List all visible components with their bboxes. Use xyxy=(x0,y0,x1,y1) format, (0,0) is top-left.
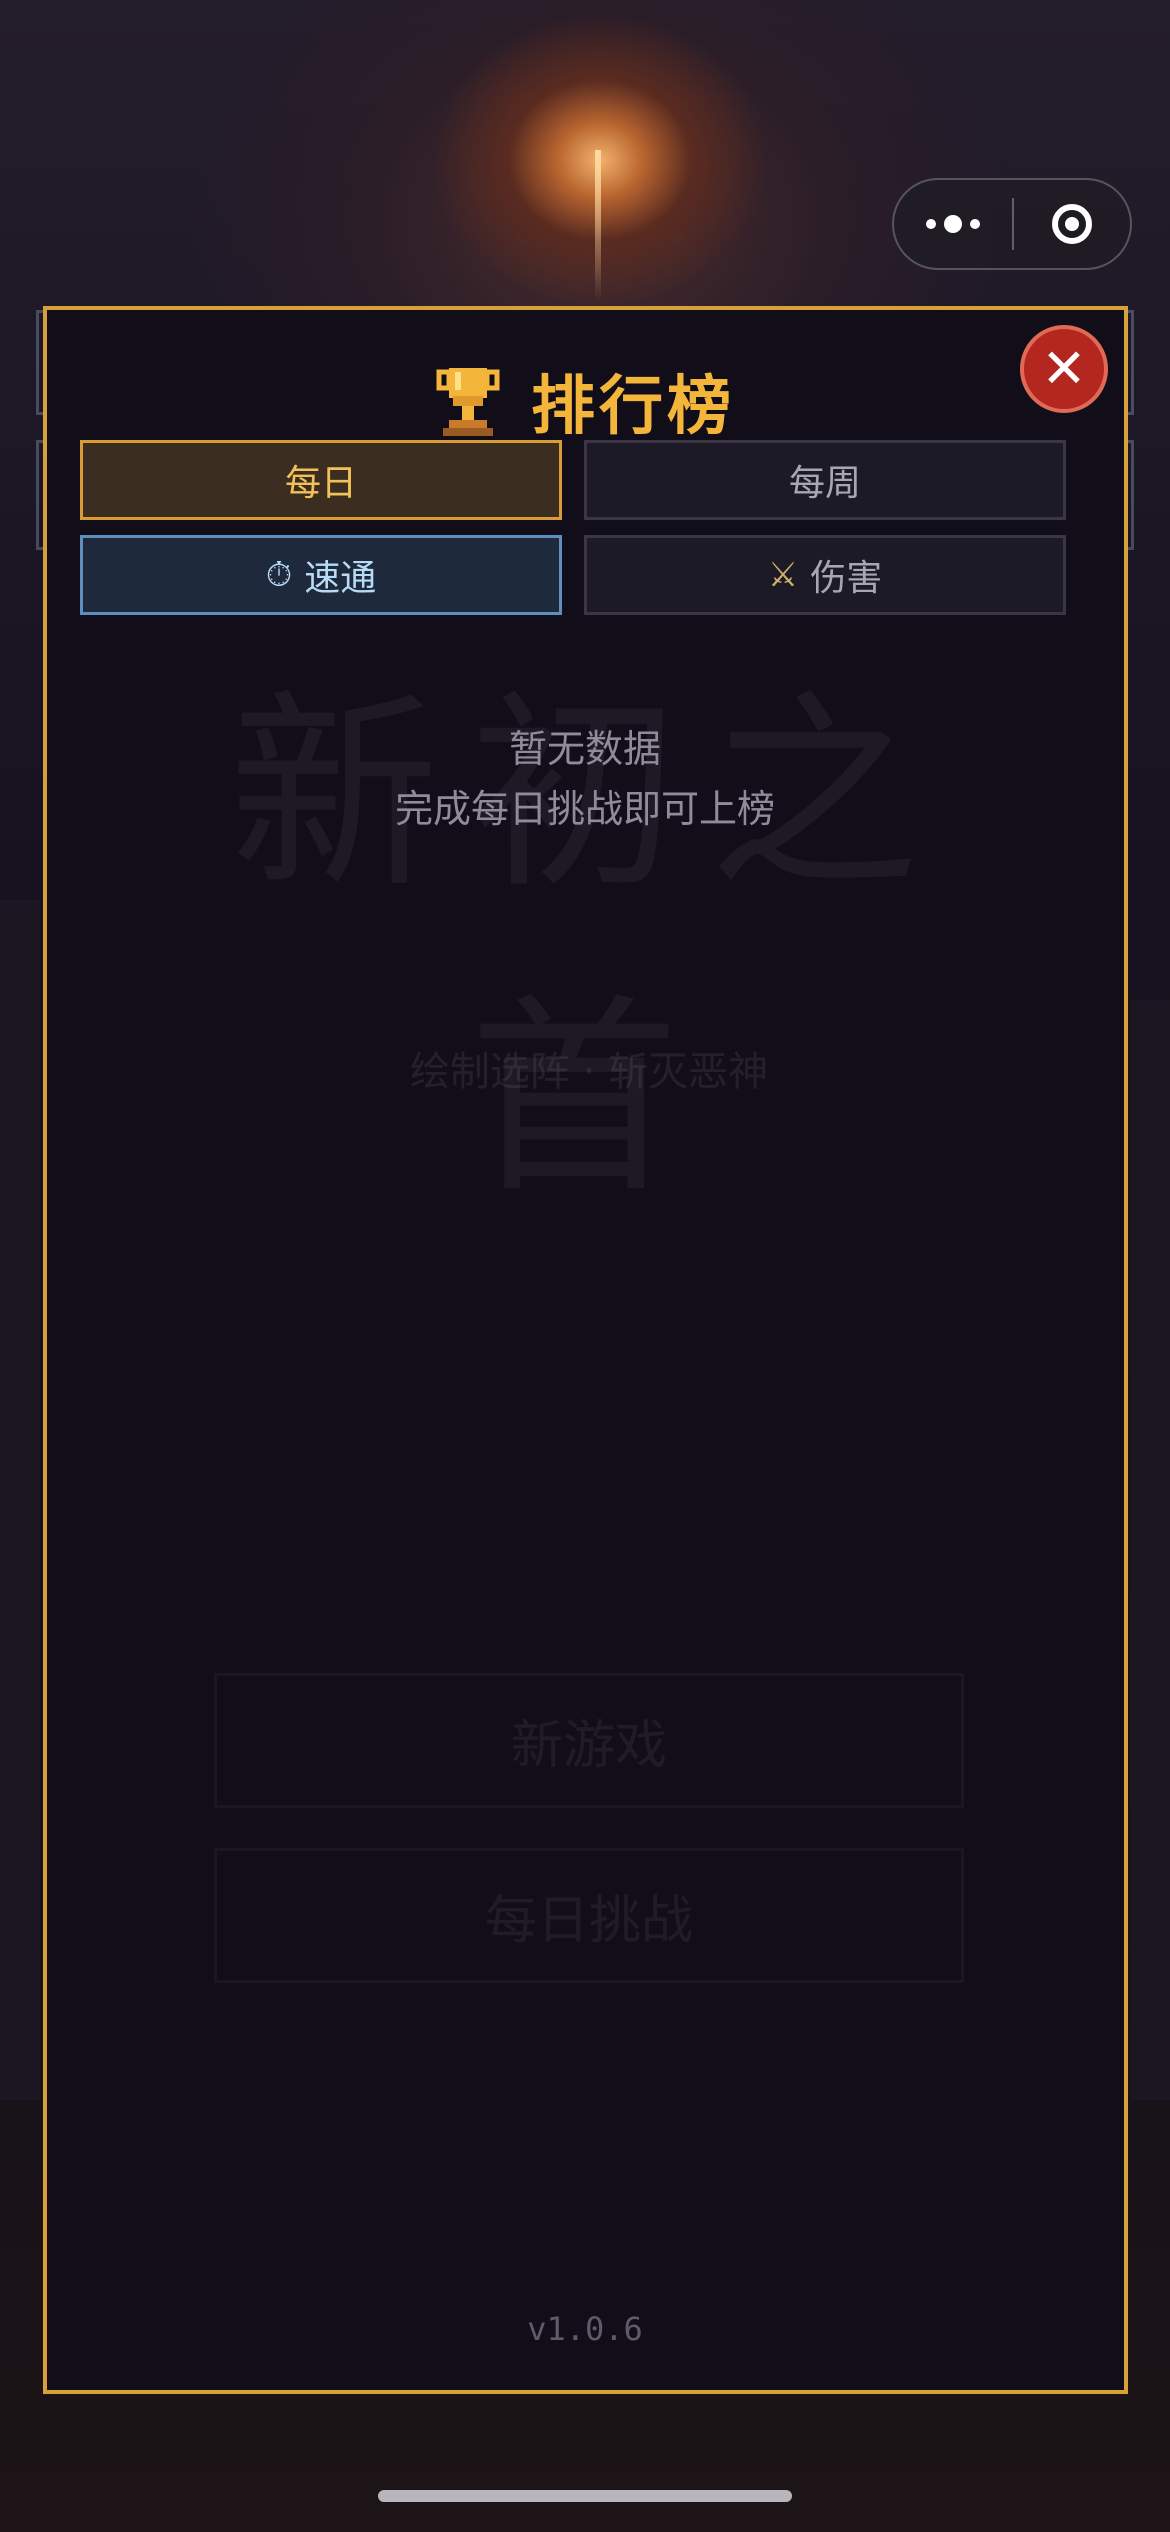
empty-state-hint: 完成每日挑战即可上榜 xyxy=(394,787,775,831)
target-close-icon[interactable] xyxy=(1014,180,1130,268)
background-game-title: 新初之首 xyxy=(228,672,949,1221)
more-dots-icon[interactable] xyxy=(894,180,1012,268)
leaderboard-modal: 新初之首 绘制选阵 · 斩灭恶神 新游戏 每日挑战 xyxy=(43,306,1128,2394)
close-button[interactable]: ✕ xyxy=(1020,325,1108,413)
empty-state-title: 暂无数据 xyxy=(508,727,661,771)
home-indicator[interactable] xyxy=(378,2490,792,2502)
leaderboard-title: 排行榜 xyxy=(531,370,735,444)
tab-speedrun[interactable]: ⏱ 速通 xyxy=(80,535,562,615)
tab-damage-label: 伤害 xyxy=(810,558,883,599)
modal-title: 排行榜 xyxy=(0,355,1170,447)
trophy-icon xyxy=(436,368,500,436)
bg-right-tower xyxy=(1130,1000,1170,2100)
close-icon: ✕ xyxy=(1041,337,1087,400)
crossed-swords-icon: ⚔ xyxy=(767,555,799,595)
modal-backdrop xyxy=(47,310,1124,2390)
tab-daily[interactable]: 每日 xyxy=(80,440,562,520)
stopwatch-icon: ⏱ xyxy=(265,555,293,595)
tab-weekly-label: 每周 xyxy=(788,463,861,504)
game-screen: 新初之首 绘制选阵 · 斩灭恶神 新游戏 每日挑战 ✕ 排行榜 每日 每周 ⏱ … xyxy=(0,0,1170,2532)
tab-weekly[interactable]: 每周 xyxy=(584,440,1066,520)
tab-damage[interactable]: ⚔ 伤害 xyxy=(584,535,1066,615)
background-game-subtitle: 绘制选阵 · 斩灭恶神 xyxy=(409,1049,769,1095)
miniprogram-capsule xyxy=(892,178,1132,270)
tab-daily-label: 每日 xyxy=(284,463,357,504)
bg-left-tower xyxy=(0,900,40,2100)
background-daily-challenge-button: 每日挑战 xyxy=(214,1848,964,1983)
background-new-game-button: 新游戏 xyxy=(214,1673,964,1808)
light-beam xyxy=(595,150,601,300)
version-label: v1.0.6 xyxy=(527,2310,643,2348)
tab-speedrun-label: 速通 xyxy=(304,558,377,599)
